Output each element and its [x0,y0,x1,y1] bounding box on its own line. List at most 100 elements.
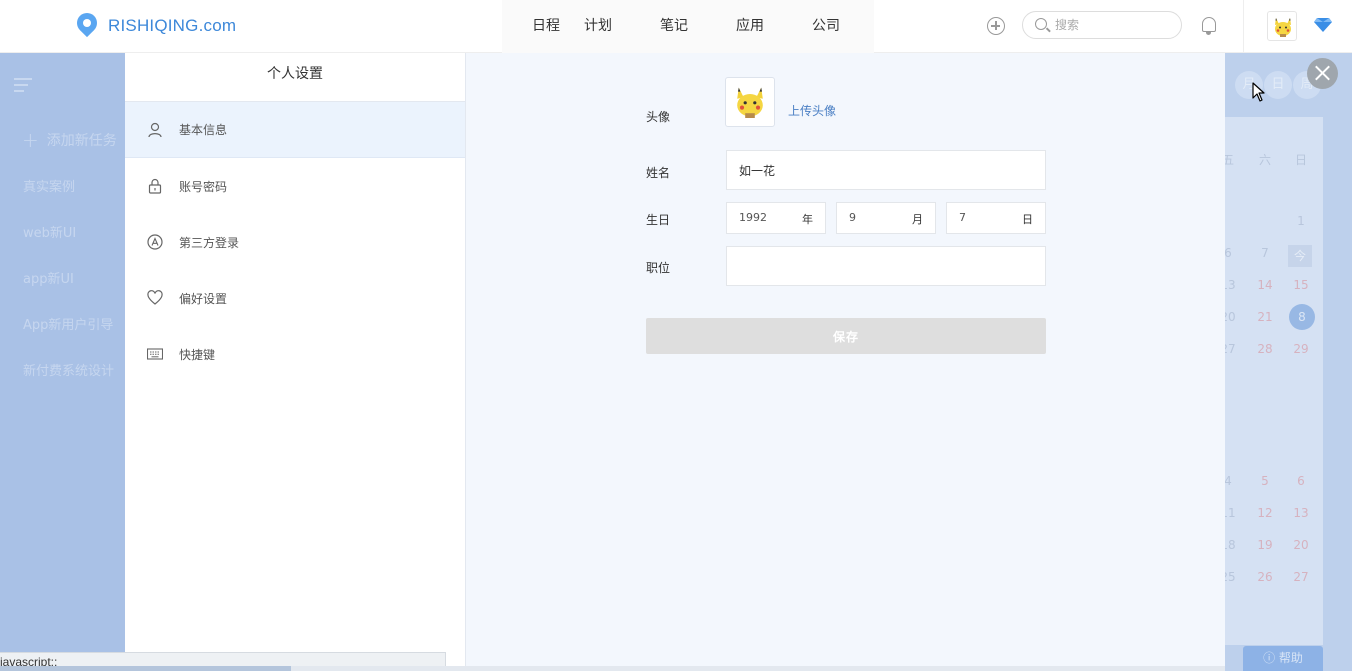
menu-icon [14,78,32,92]
lock-icon [148,178,162,194]
calendar-day: 5 [1261,474,1269,488]
day-unit: 日 [1022,213,1033,226]
user-avatar[interactable] [1267,11,1297,41]
main-nav: 日程 计划 笔记 应用 公司 [502,0,874,53]
calendar-day: 26 [1257,570,1273,584]
calendar-day: 18 [1225,538,1236,552]
today-button: 今 [1288,245,1312,267]
pikachu-avatar-icon [1275,18,1291,37]
settings-item-preferences[interactable]: 偏好设置 [125,270,465,326]
calendar-day: 15 [1293,278,1309,292]
pikachu-avatar-icon [737,87,763,118]
birth-month-value: 9 [849,211,856,224]
settings-item-shortcuts[interactable]: 快捷键 [125,326,465,382]
month-unit: 月 [912,213,923,226]
calendar-day: 13 [1225,278,1236,292]
calendar-day: 21 [1257,310,1273,324]
close-icon[interactable] [1307,58,1338,89]
calendar-day: 7 [1261,246,1269,260]
weekday-header: 六 [1258,153,1271,167]
search-input[interactable] [1055,15,1175,35]
project-item: 新付费系统设计 [23,364,115,379]
calendar-day: 14 [1257,278,1273,292]
personal-settings-modal: 个人设置 基本信息 账号密码 第三方登录 偏好设置 快捷键 头像 上传头像 姓名… [125,53,1225,671]
calendar-day: 19 [1257,538,1273,552]
background-sidebar: + 添加新任务 真实案例 web新UI app新UI App新用户引导 新付费系… [0,53,125,671]
calendar-day: 27 [1225,342,1236,356]
calendar-day: 29 [1293,342,1309,356]
project-item: app新UI [23,272,74,287]
calendar-day: 28 [1257,342,1273,356]
calendar-day: 4 [1225,474,1232,488]
diamond-icon[interactable] [1314,18,1332,32]
project-item: App新用户引导 [23,318,114,333]
save-button[interactable]: 保存 [646,318,1046,354]
upload-avatar-link[interactable]: 上传头像 [788,102,836,119]
settings-item-label: 第三方登录 [179,235,240,250]
calendar-day: 25 [1225,570,1236,584]
search-icon [1035,18,1047,30]
settings-item-third-party-login[interactable]: 第三方登录 [125,214,465,270]
birth-day-select[interactable]: 7 日 [946,202,1046,234]
location-pin-icon [76,13,98,40]
search-box[interactable] [1022,11,1182,39]
name-label: 姓名 [646,166,671,180]
today-date: 8 [1289,304,1315,330]
horizontal-scrollbar[interactable] [0,666,1225,671]
settings-title: 个人设置 [125,53,465,102]
calendar-day: 1 [1297,214,1305,228]
settings-item-label: 偏好设置 [179,291,228,306]
position-input[interactable] [726,246,1046,286]
calendar-day: 12 [1257,506,1273,520]
bell-icon[interactable] [1202,17,1216,35]
birth-year-select[interactable]: 1992 年 [726,202,826,234]
calendar-day: 11 [1225,506,1236,520]
avatar-label: 头像 [646,110,671,124]
settings-item-label: 快捷键 [179,347,216,362]
calendar-day: 6 [1225,246,1232,260]
settings-item-basic-info[interactable]: 基本信息 [125,102,465,158]
background-calendar: 月 日 周 五 六 日 今 167131415202122272829 8 45… [1225,53,1352,671]
calendar-day: 27 [1293,570,1309,584]
logo-text: RISHIQING.com [108,16,237,35]
user-icon [148,122,162,137]
heart-icon [147,290,163,305]
mouse-cursor-icon [1252,82,1265,102]
plus-icon: + [22,128,39,152]
year-unit: 年 [802,213,813,226]
nav-plan[interactable]: 计划 [560,0,636,53]
calendar-day: 20 [1293,538,1309,552]
calendar-day: 20 [1225,310,1236,324]
weekday-header: 日 [1294,153,1307,167]
add-task-item: + 添加新任务 [22,128,117,152]
settings-item-label: 基本信息 [179,123,228,137]
help-label: 帮助 [1278,651,1303,665]
settings-item-label: 账号密码 [179,179,228,194]
settings-sidebar: 个人设置 基本信息 账号密码 第三方登录 偏好设置 快捷键 [125,53,466,671]
scrollbar-thumb[interactable] [0,666,291,671]
name-input[interactable] [726,150,1046,190]
weekday-header: 五 [1225,153,1234,167]
avatar-preview[interactable] [725,77,775,127]
calendar-grid: 五 六 日 今 167131415202122272829 8 45611121… [1225,117,1323,645]
birthday-label: 生日 [646,213,671,227]
logo[interactable]: RISHIQING.com [76,12,236,40]
calendar-day: 13 [1293,506,1309,520]
project-item: 真实案例 [23,180,76,195]
settings-item-account-password[interactable]: 账号密码 [125,158,465,214]
birth-day-value: 7 [959,211,966,224]
add-circle-icon[interactable] [987,17,1005,35]
nav-apps[interactable]: 应用 [712,0,788,53]
position-label: 职位 [646,261,671,275]
project-item: web新UI [23,226,77,241]
birth-year-value: 1992 [739,211,767,224]
top-bar: RISHIQING.com 日程 计划 笔记 应用 公司 [0,0,1352,53]
calendar-day: 6 [1297,474,1305,488]
help-button: ⓘ 帮助 [1243,646,1323,671]
help-icon: ⓘ [1263,651,1279,665]
nav-schedule[interactable]: 日程 [502,0,560,53]
keyboard-icon [147,348,163,360]
birth-month-select[interactable]: 9 月 [836,202,936,234]
nav-company[interactable]: 公司 [788,0,864,53]
nav-notes[interactable]: 笔记 [636,0,712,53]
